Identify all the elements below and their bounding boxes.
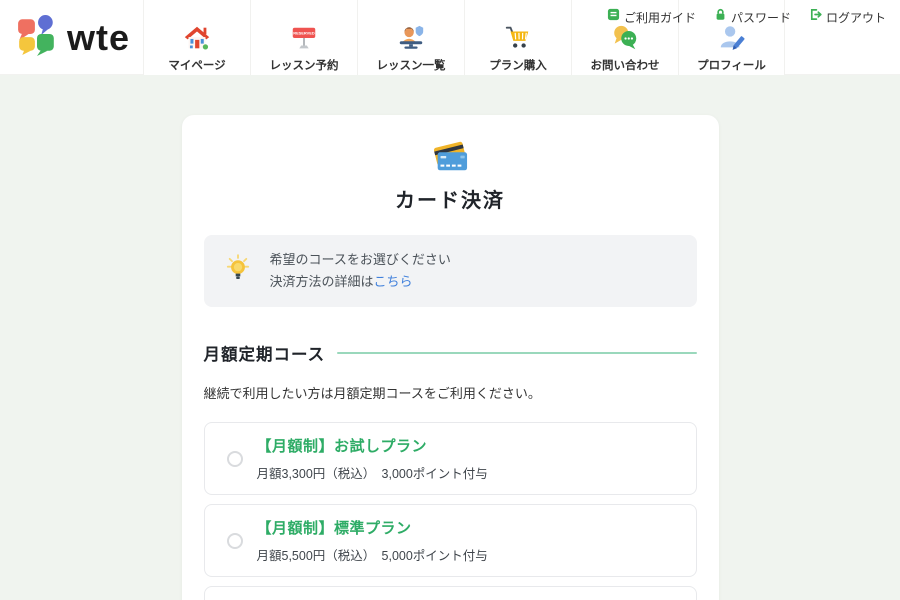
nav-label: レッスン予約 <box>270 57 339 73</box>
guide-link[interactable]: ご利用ガイド <box>607 8 696 26</box>
plan-title: 【月額制】お試しプラン <box>257 435 488 456</box>
page-title: カード決済 <box>204 184 697 213</box>
section-heading: 月額定期コース <box>204 341 697 365</box>
main-content: カード決済 <box>0 115 900 600</box>
plan-list: 【月額制】お試しプラン 月額3,300円（税込） 3,000ポイント付与 【月額… <box>204 422 697 600</box>
lightbulb-icon <box>224 253 250 290</box>
notice-text: 希望のコースをお選びください 決済方法の詳細はこちら <box>270 249 451 293</box>
nav-label: お問い合わせ <box>591 57 660 73</box>
notice-line-1: 希望のコースをお選びください <box>270 249 451 271</box>
nav-item-plan-purchase[interactable]: プラン購入 <box>464 0 571 75</box>
plan-radio[interactable] <box>227 451 243 467</box>
utility-links: ご利用ガイド パスワード ログアウト <box>607 8 886 26</box>
home-icon <box>182 23 212 53</box>
details-link[interactable]: こちら <box>374 274 413 289</box>
online-lesson-icon <box>396 23 426 53</box>
page: wte マイページ <box>0 0 900 600</box>
logout-link[interactable]: ログアウト <box>809 8 886 26</box>
logout-icon <box>809 8 822 26</box>
chat-bubbles-icon <box>610 23 640 53</box>
guide-icon <box>607 8 620 26</box>
plan-body: 【月額制】お試しプラン 月額3,300円（税込） 3,000ポイント付与 <box>257 423 488 494</box>
plan-detail: 月額3,300円（税込） 3,000ポイント付与 <box>257 463 488 482</box>
utility-label: ご利用ガイド <box>624 9 696 26</box>
plan-option-standard[interactable]: 【月額制】標準プラン 月額5,500円（税込） 5,000ポイント付与 <box>204 504 697 577</box>
notice-box: 希望のコースをお選びください 決済方法の詳細はこちら <box>204 235 697 307</box>
nav-label: プラン購入 <box>489 57 547 73</box>
cart-icon <box>503 23 533 53</box>
password-link[interactable]: パスワード <box>714 8 791 26</box>
header: wte マイページ <box>0 0 900 75</box>
reserved-sign-icon: RESERVED <box>289 23 319 53</box>
plan-body: 【月額制】集中プラン 月額11,000円（税込） 10,000ポイント付与 <box>257 587 501 600</box>
nav-item-mypage[interactable]: マイページ <box>143 0 250 75</box>
credit-cards-icon <box>204 139 697 175</box>
section-description: 継続で利用したい方は月額定期コースをご利用ください。 <box>204 383 697 402</box>
logo-text: wte <box>67 20 130 56</box>
plan-radio[interactable] <box>227 533 243 549</box>
profile-icon <box>717 23 747 53</box>
section-title: 月額定期コース <box>204 341 326 365</box>
heading-divider-line <box>337 352 696 354</box>
plan-body: 【月額制】標準プラン 月額5,500円（税込） 5,000ポイント付与 <box>257 505 488 576</box>
logo[interactable]: wte <box>16 14 130 61</box>
svg-text:RESERVED: RESERVED <box>293 31 315 36</box>
payment-card: カード決済 <box>182 115 719 600</box>
plan-detail: 月額5,500円（税込） 5,000ポイント付与 <box>257 545 488 564</box>
nav-label: レッスン一覧 <box>377 57 446 73</box>
plan-option-intensive[interactable]: 【月額制】集中プラン 月額11,000円（税込） 10,000ポイント付与 <box>204 586 697 600</box>
notice-line-2: 決済方法の詳細はこちら <box>270 271 451 293</box>
nav-item-lesson-list[interactable]: レッスン一覧 <box>357 0 464 75</box>
nav-item-lesson-reserve[interactable]: RESERVED レッスン予約 <box>250 0 357 75</box>
logo-bubbles-icon <box>16 14 58 61</box>
nav-label: マイページ <box>168 57 225 73</box>
nav-label: プロフィール <box>697 57 766 73</box>
utility-label: パスワード <box>731 9 791 26</box>
plan-option-trial[interactable]: 【月額制】お試しプラン 月額3,300円（税込） 3,000ポイント付与 <box>204 422 697 495</box>
utility-label: ログアウト <box>826 9 886 26</box>
plan-title: 【月額制】標準プラン <box>257 517 488 538</box>
lock-icon <box>714 8 727 26</box>
